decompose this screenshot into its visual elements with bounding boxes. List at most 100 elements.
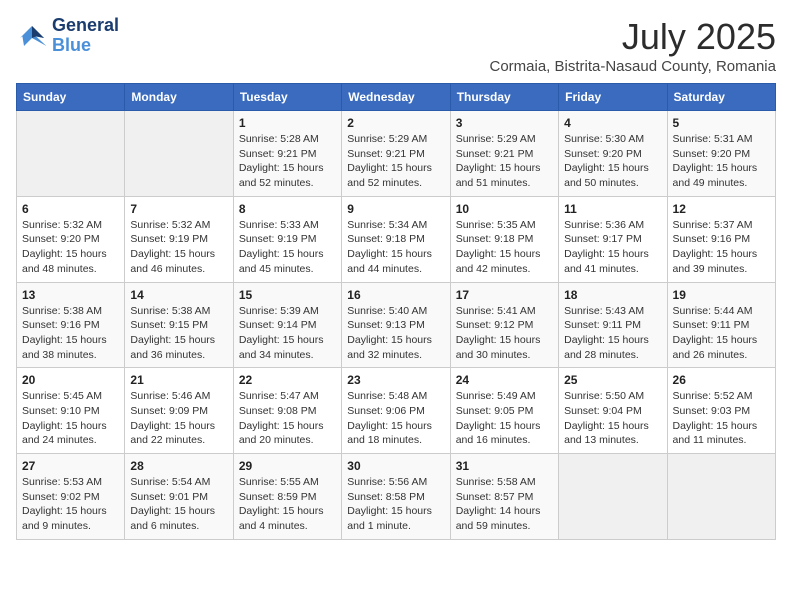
day-info: Sunrise: 5:48 AM Sunset: 9:06 PM Dayligh… (347, 389, 444, 448)
calendar-cell: 31Sunrise: 5:58 AM Sunset: 8:57 PM Dayli… (450, 454, 558, 540)
calendar-cell: 8 Sunrise: 5:33 AM Sunset: 9:19 PM Daylig… (233, 196, 341, 282)
day-info: Sunrise: 5:35 AM Sunset: 9:18 PM Dayligh… (456, 218, 553, 277)
calendar-cell: 22Sunrise: 5:47 AM Sunset: 9:08 PM Dayli… (233, 368, 341, 454)
calendar-cell: 4Sunrise: 5:30 AM Sunset: 9:20 PM Daylig… (559, 111, 667, 197)
day-number: 15 (239, 288, 336, 302)
day-number: 30 (347, 459, 444, 473)
calendar-cell: 30 Sunrise: 5:56 AM Sunset: 8:58 PM Dayli… (342, 454, 450, 540)
day-info: Sunrise: 5:37 AM Sunset: 9:16 PM Dayligh… (673, 218, 770, 277)
calendar-cell: 3Sunrise: 5:29 AM Sunset: 9:21 PM Daylig… (450, 111, 558, 197)
day-info: Sunrise: 5:32 AM Sunset: 9:19 PM Dayligh… (130, 218, 227, 277)
day-info: Sunrise: 5:33 AM Sunset: 9:19 PM Dayligh… (239, 218, 336, 277)
logo: General Blue (16, 16, 119, 56)
calendar-cell: 25 Sunrise: 5:50 AM Sunset: 9:04 PM Dayli… (559, 368, 667, 454)
day-number: 21 (130, 373, 227, 387)
calendar-cell: 14 Sunrise: 5:38 AM Sunset: 9:15 PM Dayli… (125, 282, 233, 368)
calendar-week-row: 6 Sunrise: 5:32 AM Sunset: 9:20 PM Daylig… (17, 196, 776, 282)
day-info: Sunrise: 5:31 AM Sunset: 9:20 PM Dayligh… (673, 132, 770, 191)
day-info: Sunrise: 5:52 AM Sunset: 9:03 PM Dayligh… (673, 389, 770, 448)
day-number: 10 (456, 202, 553, 216)
calendar-cell: 19 Sunrise: 5:44 AM Sunset: 9:11 PM Dayli… (667, 282, 775, 368)
day-info: Sunrise: 5:36 AM Sunset: 9:17 PM Dayligh… (564, 218, 661, 277)
calendar-table: SundayMondayTuesdayWednesdayThursdayFrid… (16, 83, 776, 540)
calendar-cell: 12 Sunrise: 5:37 AM Sunset: 9:16 PM Dayli… (667, 196, 775, 282)
calendar-cell: 10 Sunrise: 5:35 AM Sunset: 9:18 PM Dayli… (450, 196, 558, 282)
day-number: 8 (239, 202, 336, 216)
weekday-header: Monday (125, 84, 233, 111)
title-block: July 2025 Cormaia, Bistrita-Nasaud Count… (489, 16, 776, 75)
day-number: 4 (564, 116, 661, 130)
day-number: 19 (673, 288, 770, 302)
day-info: Sunrise: 5:28 AM Sunset: 9:21 PM Dayligh… (239, 132, 336, 191)
day-number: 3 (456, 116, 553, 130)
day-number: 27 (22, 459, 119, 473)
weekday-header: Sunday (17, 84, 125, 111)
day-number: 1 (239, 116, 336, 130)
day-number: 7 (130, 202, 227, 216)
calendar-week-row: 20Sunrise: 5:45 AM Sunset: 9:10 PM Dayli… (17, 368, 776, 454)
day-info: Sunrise: 5:43 AM Sunset: 9:11 PM Dayligh… (564, 304, 661, 363)
calendar-cell: 2 Sunrise: 5:29 AM Sunset: 9:21 PM Daylig… (342, 111, 450, 197)
day-number: 12 (673, 202, 770, 216)
day-info: Sunrise: 5:38 AM Sunset: 9:15 PM Dayligh… (130, 304, 227, 363)
day-number: 14 (130, 288, 227, 302)
logo-line1: General (52, 16, 119, 36)
day-info: Sunrise: 5:32 AM Sunset: 9:20 PM Dayligh… (22, 218, 119, 277)
day-number: 2 (347, 116, 444, 130)
weekday-header: Tuesday (233, 84, 341, 111)
calendar-cell: 17Sunrise: 5:41 AM Sunset: 9:12 PM Dayli… (450, 282, 558, 368)
day-info: Sunrise: 5:55 AM Sunset: 8:59 PM Dayligh… (239, 475, 336, 534)
calendar-cell: 23 Sunrise: 5:48 AM Sunset: 9:06 PM Dayli… (342, 368, 450, 454)
weekday-header: Wednesday (342, 84, 450, 111)
calendar-cell: 1 Sunrise: 5:28 AM Sunset: 9:21 PM Daylig… (233, 111, 341, 197)
day-number: 23 (347, 373, 444, 387)
calendar-cell: 13 Sunrise: 5:38 AM Sunset: 9:16 PM Dayli… (17, 282, 125, 368)
calendar-cell: 11 Sunrise: 5:36 AM Sunset: 9:17 PM Dayli… (559, 196, 667, 282)
calendar-cell: 6 Sunrise: 5:32 AM Sunset: 9:20 PM Daylig… (17, 196, 125, 282)
day-number: 6 (22, 202, 119, 216)
calendar-week-row: 27 Sunrise: 5:53 AM Sunset: 9:02 PM Dayli… (17, 454, 776, 540)
day-info: Sunrise: 5:54 AM Sunset: 9:01 PM Dayligh… (130, 475, 227, 534)
calendar-cell: 21 Sunrise: 5:46 AM Sunset: 9:09 PM Dayli… (125, 368, 233, 454)
calendar-cell: 16Sunrise: 5:40 AM Sunset: 9:13 PM Dayli… (342, 282, 450, 368)
calendar-cell: 29 Sunrise: 5:55 AM Sunset: 8:59 PM Dayli… (233, 454, 341, 540)
calendar-cell: 5Sunrise: 5:31 AM Sunset: 9:20 PM Daylig… (667, 111, 775, 197)
day-number: 18 (564, 288, 661, 302)
day-info: Sunrise: 5:49 AM Sunset: 9:05 PM Dayligh… (456, 389, 553, 448)
calendar-week-row: 13 Sunrise: 5:38 AM Sunset: 9:16 PM Dayli… (17, 282, 776, 368)
page-header: General Blue July 2025 Cormaia, Bistrita… (16, 16, 776, 75)
day-info: Sunrise: 5:29 AM Sunset: 9:21 PM Dayligh… (347, 132, 444, 191)
day-number: 16 (347, 288, 444, 302)
day-info: Sunrise: 5:38 AM Sunset: 9:16 PM Dayligh… (22, 304, 119, 363)
calendar-cell: 24 Sunrise: 5:49 AM Sunset: 9:05 PM Dayli… (450, 368, 558, 454)
weekday-header: Friday (559, 84, 667, 111)
day-info: Sunrise: 5:47 AM Sunset: 9:08 PM Dayligh… (239, 389, 336, 448)
day-info: Sunrise: 5:34 AM Sunset: 9:18 PM Dayligh… (347, 218, 444, 277)
day-number: 25 (564, 373, 661, 387)
calendar-cell (559, 454, 667, 540)
calendar-cell: 27 Sunrise: 5:53 AM Sunset: 9:02 PM Dayli… (17, 454, 125, 540)
day-number: 13 (22, 288, 119, 302)
main-title: July 2025 (489, 16, 776, 58)
day-info: Sunrise: 5:50 AM Sunset: 9:04 PM Dayligh… (564, 389, 661, 448)
day-info: Sunrise: 5:56 AM Sunset: 8:58 PM Dayligh… (347, 475, 444, 534)
calendar-cell: 7 Sunrise: 5:32 AM Sunset: 9:19 PM Daylig… (125, 196, 233, 282)
weekday-header: Saturday (667, 84, 775, 111)
day-number: 31 (456, 459, 553, 473)
calendar-cell: 26Sunrise: 5:52 AM Sunset: 9:03 PM Dayli… (667, 368, 775, 454)
day-info: Sunrise: 5:46 AM Sunset: 9:09 PM Dayligh… (130, 389, 227, 448)
calendar-cell: 20Sunrise: 5:45 AM Sunset: 9:10 PM Dayli… (17, 368, 125, 454)
day-number: 11 (564, 202, 661, 216)
day-number: 29 (239, 459, 336, 473)
day-info: Sunrise: 5:41 AM Sunset: 9:12 PM Dayligh… (456, 304, 553, 363)
day-info: Sunrise: 5:44 AM Sunset: 9:11 PM Dayligh… (673, 304, 770, 363)
calendar-cell: 9Sunrise: 5:34 AM Sunset: 9:18 PM Daylig… (342, 196, 450, 282)
calendar-cell (17, 111, 125, 197)
calendar-cell: 15Sunrise: 5:39 AM Sunset: 9:14 PM Dayli… (233, 282, 341, 368)
calendar-cell (125, 111, 233, 197)
weekday-header-row: SundayMondayTuesdayWednesdayThursdayFrid… (17, 84, 776, 111)
day-info: Sunrise: 5:53 AM Sunset: 9:02 PM Dayligh… (22, 475, 119, 534)
logo-line2: Blue (52, 36, 119, 56)
day-number: 24 (456, 373, 553, 387)
weekday-header: Thursday (450, 84, 558, 111)
